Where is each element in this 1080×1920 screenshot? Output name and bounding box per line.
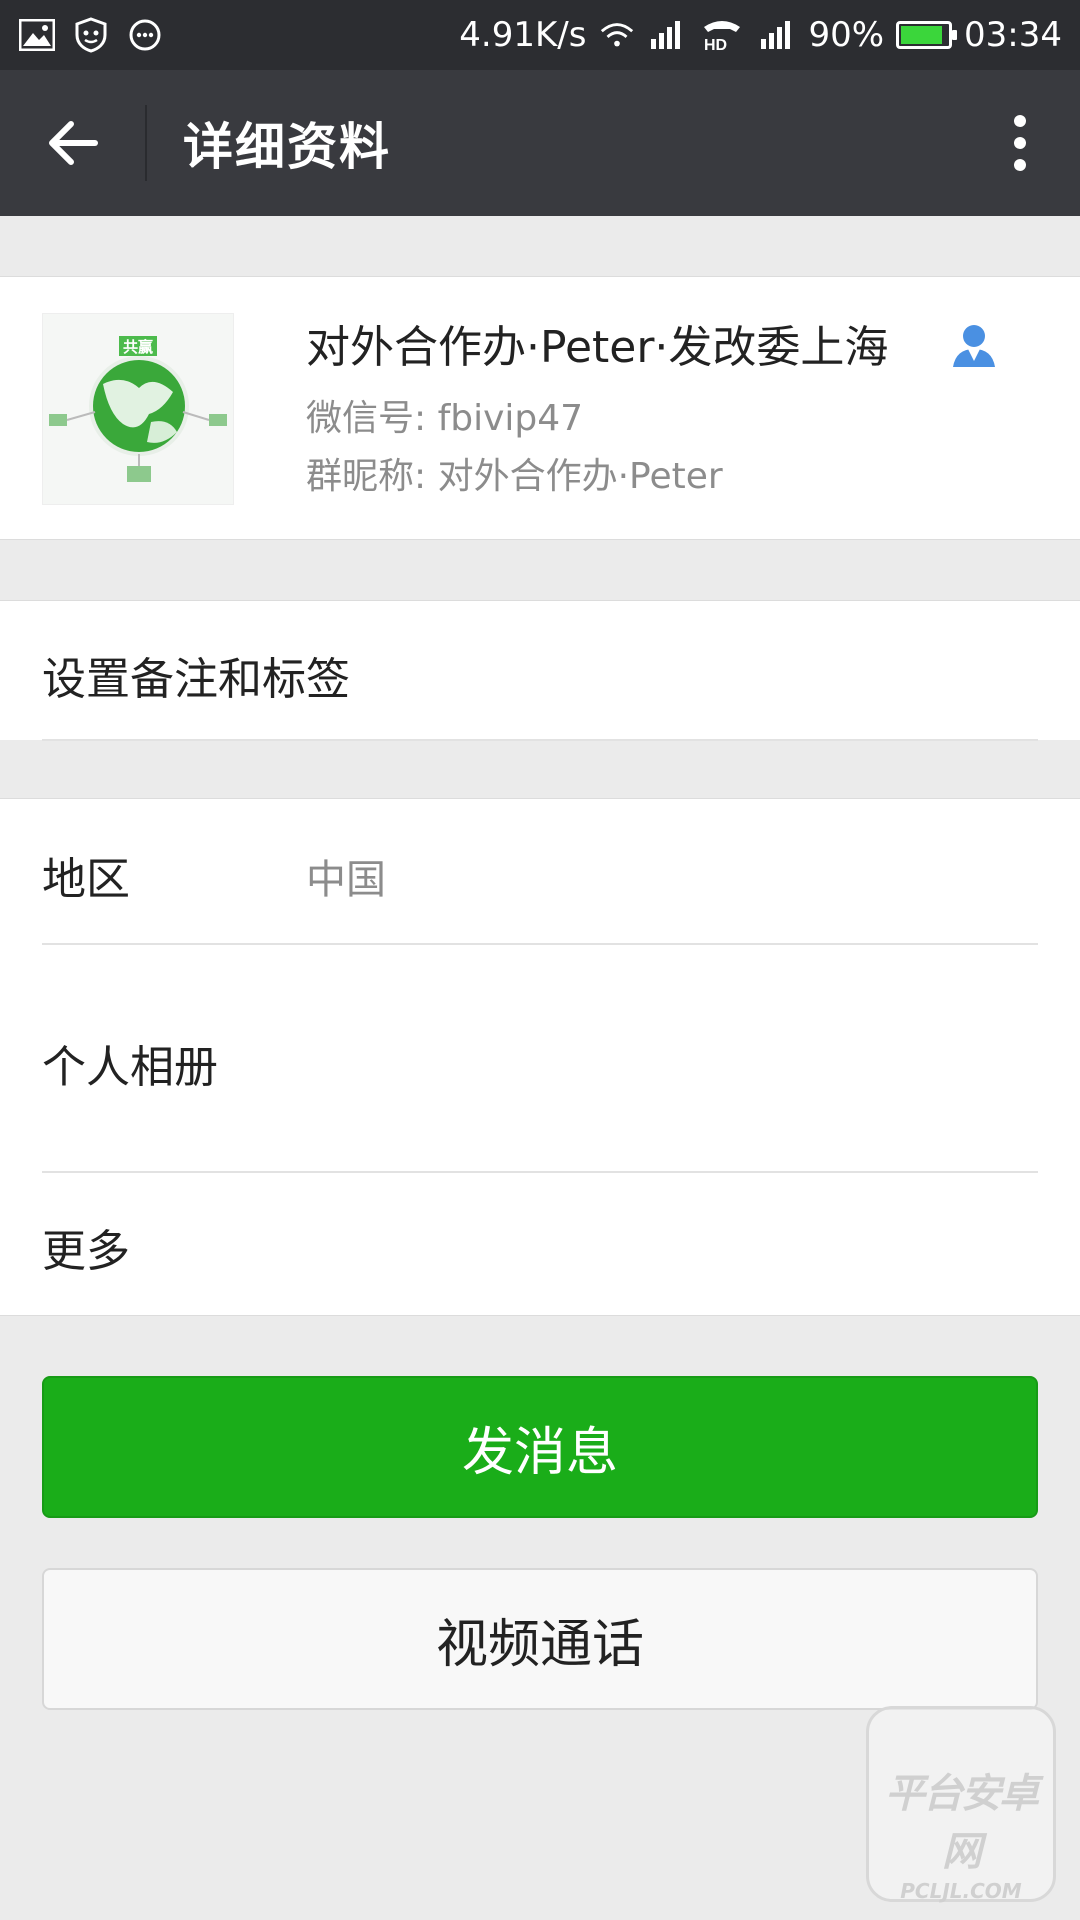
back-arrow-icon xyxy=(48,121,98,165)
clock: 03:34 xyxy=(964,15,1062,55)
top-bar: 详细资料 xyxy=(0,70,1080,216)
more-vert-icon xyxy=(1014,115,1026,171)
set-remarks-label: 设置备注和标签 xyxy=(42,654,350,705)
remarks-section: 设置备注和标签 xyxy=(0,600,1080,741)
avatar-text: 共赢 xyxy=(123,338,153,356)
status-left xyxy=(18,16,164,54)
watermark-main: 平台安卓网 xyxy=(885,1771,1039,1875)
send-message-button[interactable]: 发消息 xyxy=(42,1376,1038,1518)
personal-album-item[interactable]: 个人相册 xyxy=(0,945,1080,1171)
back-button[interactable] xyxy=(0,70,145,216)
chat-bubble-icon xyxy=(126,16,164,54)
profile-card: 共赢 对外合作办·Peter·发改委上海 微信号: fbivip47 群昵称: … xyxy=(0,276,1080,540)
shield-icon xyxy=(72,16,110,54)
avatar[interactable]: 共赢 xyxy=(42,313,234,505)
svg-text:HD: HD xyxy=(704,37,727,53)
region-label: 地区 xyxy=(42,854,130,905)
page-title: 详细资料 xyxy=(183,118,391,176)
title-divider xyxy=(145,105,147,181)
hd-call-icon: HD xyxy=(698,16,746,54)
info-section: 地区 中国 个人相册 更多 xyxy=(0,798,1080,1316)
more-options-button[interactable] xyxy=(960,70,1080,216)
image-icon xyxy=(18,16,56,54)
personal-album-label: 个人相册 xyxy=(42,1042,218,1093)
watermark-logo: 平台安卓网 PCLJL.COM xyxy=(866,1706,1056,1903)
more-label: 更多 xyxy=(42,1226,130,1277)
video-call-button[interactable]: 视频通话 xyxy=(42,1568,1038,1710)
signal-icon xyxy=(648,16,686,54)
status-bar: 4.91K/s HD 90% 03:34 xyxy=(0,0,1080,70)
signal-icon-2 xyxy=(758,16,796,54)
set-remarks-item[interactable]: 设置备注和标签 xyxy=(0,601,1080,739)
watermark-sub: PCLJL.COM xyxy=(900,1879,1022,1903)
wifi-icon xyxy=(598,16,636,54)
battery-icon xyxy=(896,21,958,49)
battery-percent: 90% xyxy=(808,15,885,55)
wechat-id: 微信号: fbivip47 xyxy=(306,398,584,439)
row-divider xyxy=(42,739,1038,741)
group-nickname: 群昵称: 对外合作办·Peter xyxy=(306,456,723,497)
contact-person-icon xyxy=(950,321,998,369)
status-right: 4.91K/s HD 90% 03:34 xyxy=(459,15,1062,55)
region-value: 中国 xyxy=(306,857,386,903)
region-item: 地区 中国 xyxy=(0,799,1080,943)
more-item[interactable]: 更多 xyxy=(0,1173,1080,1315)
profile-name: 对外合作办·Peter·发改委上海 xyxy=(306,322,889,373)
globe-avatar-icon: 共赢 xyxy=(43,314,233,504)
network-speed: 4.91K/s xyxy=(459,15,587,55)
